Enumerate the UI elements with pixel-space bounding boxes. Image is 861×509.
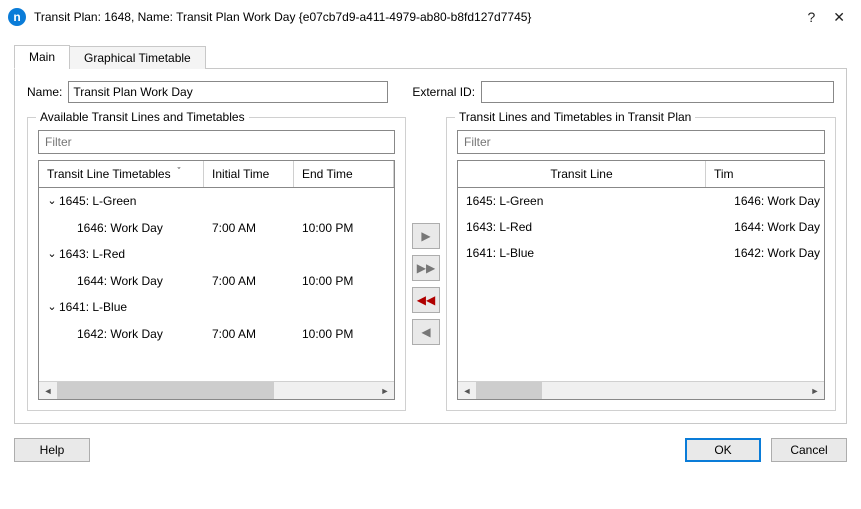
scroll-right-icon[interactable]: ► bbox=[376, 382, 394, 399]
chevron-down-icon[interactable]: ⌄ bbox=[47, 192, 57, 210]
close-icon[interactable]: ✕ bbox=[833, 9, 845, 26]
in-plan-legend: Transit Lines and Timetables in Transit … bbox=[455, 110, 695, 124]
chevron-down-icon[interactable]: ⌄ bbox=[47, 245, 57, 263]
app-icon: n bbox=[8, 8, 26, 26]
cancel-button[interactable]: Cancel bbox=[771, 438, 847, 462]
arrow-right-icon: ▶ bbox=[421, 229, 430, 243]
col-transit-line[interactable]: Transit Line bbox=[458, 161, 706, 187]
table-row[interactable]: 1643: L-Red 1644: Work Day bbox=[458, 214, 824, 240]
chevron-down-icon[interactable]: ⌄ bbox=[47, 298, 57, 316]
table-row[interactable]: 1645: L-Green 1646: Work Day bbox=[458, 188, 824, 214]
scroll-track[interactable] bbox=[57, 382, 376, 399]
window-title: Transit Plan: 1648, Name: Transit Plan W… bbox=[34, 10, 807, 24]
help-button[interactable]: Help bbox=[14, 438, 90, 462]
tree-row-timetable[interactable]: 1646: Work Day 7:00 AM 10:00 PM bbox=[39, 215, 394, 241]
double-arrow-left-icon: ◀◀ bbox=[417, 293, 435, 307]
tree-row-timetable[interactable]: 1644: Work Day 7:00 AM 10:00 PM bbox=[39, 268, 394, 294]
tree-row-line[interactable]: ⌄1645: L-Green bbox=[39, 188, 394, 215]
tree-row-line[interactable]: ⌄1643: L-Red bbox=[39, 241, 394, 268]
available-legend: Available Transit Lines and Timetables bbox=[36, 110, 249, 124]
help-icon[interactable]: ? bbox=[807, 9, 815, 25]
scroll-track[interactable] bbox=[476, 382, 806, 399]
move-all-left-button[interactable]: ◀◀ bbox=[412, 287, 440, 313]
move-all-right-button[interactable]: ▶▶ bbox=[412, 255, 440, 281]
available-grid-body: ⌄1645: L-Green 1646: Work Day 7:00 AM 10… bbox=[39, 188, 394, 381]
available-lines-panel: Available Transit Lines and Timetables T… bbox=[27, 117, 406, 411]
in-plan-grid-header: Transit Line Tim bbox=[458, 161, 824, 188]
available-horizontal-scrollbar[interactable]: ◄ ► bbox=[39, 381, 394, 399]
tab-content: Name: External ID: Available Transit Lin… bbox=[14, 69, 847, 424]
in-plan-grid-body: 1645: L-Green 1646: Work Day 1643: L-Red… bbox=[458, 188, 824, 381]
table-row[interactable]: 1641: L-Blue 1642: Work Day bbox=[458, 240, 824, 266]
col-transit-line-timetables[interactable]: Transit Line Timetables ˇ bbox=[39, 161, 204, 187]
tab-graphical-timetable[interactable]: Graphical Timetable bbox=[69, 46, 206, 69]
available-filter-input[interactable] bbox=[38, 130, 395, 154]
name-label: Name: bbox=[27, 85, 62, 99]
move-right-button[interactable]: ▶ bbox=[412, 223, 440, 249]
tab-bar: Main Graphical Timetable bbox=[14, 44, 847, 69]
external-id-label: External ID: bbox=[412, 85, 475, 99]
col-timetable[interactable]: Tim bbox=[706, 161, 824, 187]
scroll-left-icon[interactable]: ◄ bbox=[458, 382, 476, 399]
transfer-buttons: ▶ ▶▶ ◀◀ ◀ bbox=[412, 117, 440, 411]
window-titlebar: n Transit Plan: 1648, Name: Transit Plan… bbox=[0, 0, 861, 34]
col-initial-time[interactable]: Initial Time bbox=[204, 161, 294, 187]
dialog-footer: Help OK Cancel bbox=[14, 438, 847, 462]
tree-row-line[interactable]: ⌄1641: L-Blue bbox=[39, 294, 394, 321]
scroll-left-icon[interactable]: ◄ bbox=[39, 382, 57, 399]
external-id-input[interactable] bbox=[481, 81, 834, 103]
double-arrow-right-icon: ▶▶ bbox=[417, 261, 435, 275]
available-grid-header: Transit Line Timetables ˇ Initial Time E… bbox=[39, 161, 394, 188]
available-grid: Transit Line Timetables ˇ Initial Time E… bbox=[38, 160, 395, 400]
in-plan-grid: Transit Line Tim 1645: L-Green 1646: Wor… bbox=[457, 160, 825, 400]
tab-main[interactable]: Main bbox=[14, 45, 70, 69]
move-left-button[interactable]: ◀ bbox=[412, 319, 440, 345]
col-end-time[interactable]: End Time bbox=[294, 161, 394, 187]
tree-row-timetable[interactable]: 1642: Work Day 7:00 AM 10:00 PM bbox=[39, 321, 394, 347]
arrow-left-icon: ◀ bbox=[421, 325, 430, 339]
ok-button[interactable]: OK bbox=[685, 438, 761, 462]
sort-chevron-icon: ˇ bbox=[174, 166, 184, 176]
in-plan-panel: Transit Lines and Timetables in Transit … bbox=[446, 117, 836, 411]
in-plan-filter-input[interactable] bbox=[457, 130, 825, 154]
in-plan-horizontal-scrollbar[interactable]: ◄ ► bbox=[458, 381, 824, 399]
scroll-right-icon[interactable]: ► bbox=[806, 382, 824, 399]
name-input[interactable] bbox=[68, 81, 388, 103]
